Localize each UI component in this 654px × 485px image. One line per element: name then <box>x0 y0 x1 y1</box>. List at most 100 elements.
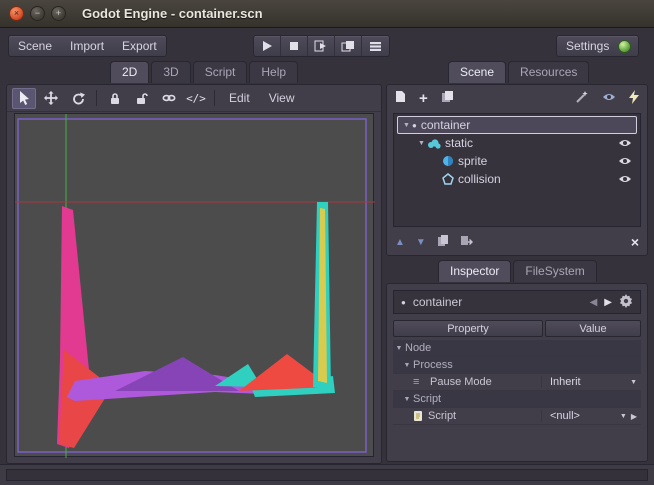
tab-resources[interactable]: Resources <box>508 61 590 83</box>
category-label: Script <box>413 393 442 405</box>
inspector-columns: Property Value <box>393 320 641 337</box>
property-label: Pause Mode <box>430 376 492 388</box>
main-menu-strip: Scene Import Export <box>8 35 167 57</box>
viewport-panel: </> Edit View <box>6 84 382 464</box>
canvas-toolbar: </> Edit View <box>7 85 381 112</box>
property-label: Script <box>428 410 457 422</box>
plus-icon: + <box>419 89 428 107</box>
dropdown-arrow-icon[interactable]: ▼ <box>620 413 627 420</box>
update-spinner-icon <box>618 39 632 53</box>
workspace-tabs: 2D 3D Script Help <box>110 60 299 83</box>
node-label: container <box>420 118 471 132</box>
expander-icon: ▼ <box>403 395 411 403</box>
scene-dock-toolbar: + <box>387 85 647 111</box>
inspector-category-node[interactable]: ▼ Node <box>393 340 641 357</box>
menu-export[interactable]: Export <box>113 37 166 55</box>
move-up-button[interactable]: ▲ <box>395 237 405 248</box>
dropdown-arrow-icon[interactable]: ▼ <box>630 379 637 386</box>
settings-button[interactable]: Settings <box>556 35 640 57</box>
minimize-icon: − <box>34 8 41 18</box>
play-custom-scene-button[interactable] <box>335 36 362 56</box>
view-menu[interactable]: View <box>261 89 303 107</box>
select-tool-button[interactable] <box>12 87 36 109</box>
property-cell: ≡ Pause Mode <box>393 376 541 388</box>
scene-dock: + ▼ ● container ▼ static sprite collisio… <box>386 84 648 256</box>
tab-scene[interactable]: Scene <box>448 61 507 83</box>
expander-icon[interactable]: ▼ <box>401 122 412 129</box>
visibility-toggle[interactable] <box>618 138 632 148</box>
tree-row-container[interactable]: ▼ ● container <box>397 116 637 134</box>
inspector-row-script: Script <null> ▼ ▶ <box>393 408 641 425</box>
godot-window: { "window": { "title": "Godot Engine - c… <box>0 0 654 485</box>
stop-icon <box>290 42 298 50</box>
property-column-header: Property <box>393 320 543 337</box>
history-forward-button[interactable]: ▶ <box>604 297 612 308</box>
lock-icon <box>111 92 119 104</box>
tab-3d[interactable]: 3D <box>151 61 191 83</box>
new-node-button[interactable] <box>395 90 406 106</box>
playback-toolbar <box>253 35 390 57</box>
screens-button[interactable] <box>362 36 389 56</box>
window-close-button[interactable]: × <box>9 6 24 21</box>
inspector-panel: ● container ◀ ▶ Property Value ▼ Node ▼ … <box>386 283 648 462</box>
window-minimize-button[interactable]: − <box>30 6 45 21</box>
output-panel <box>0 464 654 485</box>
canvas-drawing <box>15 114 375 458</box>
connections-button[interactable] <box>629 89 639 107</box>
tab-2d[interactable]: 2D <box>110 61 150 83</box>
inspector-category-process[interactable]: ▼ Process <box>393 357 641 374</box>
expander-icon[interactable]: ▼ <box>416 140 427 147</box>
tree-row-collision[interactable]: collision <box>397 170 637 188</box>
stop-button[interactable] <box>281 36 308 56</box>
tab-filesystem[interactable]: FileSystem <box>513 260 597 282</box>
tree-row-static[interactable]: ▼ static <box>397 134 637 152</box>
move-down-button[interactable]: ▼ <box>416 237 426 248</box>
object-menu-button[interactable] <box>619 293 633 311</box>
reparent-node-button[interactable] <box>460 234 473 250</box>
script-icon <box>414 411 422 421</box>
rotate-tool-button[interactable] <box>66 88 90 109</box>
visibility-toggle[interactable] <box>618 156 632 166</box>
lightning-icon <box>629 89 639 104</box>
code-icon: </> <box>186 91 206 105</box>
edit-menu[interactable]: Edit <box>221 89 258 107</box>
lock-object-button[interactable] <box>103 88 127 109</box>
play-scene-button[interactable] <box>308 36 335 56</box>
tree-row-sprite[interactable]: sprite <box>397 152 637 170</box>
group-button[interactable] <box>157 88 181 109</box>
new-page-icon <box>396 91 405 102</box>
window-maximize-button[interactable]: + <box>51 6 66 21</box>
delete-node-button[interactable]: × <box>631 234 639 250</box>
move-tool-button[interactable] <box>39 88 63 109</box>
remote-view-button[interactable] <box>602 91 616 105</box>
tab-help[interactable]: Help <box>249 61 299 83</box>
eye-icon <box>619 176 631 182</box>
tab-script[interactable]: Script <box>192 61 248 83</box>
toolbar-separator <box>96 90 97 106</box>
inspector-category-script[interactable]: ▼ Script <box>393 391 641 408</box>
scene-dock-tabs: Scene Resources <box>448 60 590 83</box>
edit-code-button[interactable]: </> <box>184 88 208 109</box>
play-custom-icon <box>341 41 354 52</box>
value-column-header: Value <box>545 320 641 337</box>
add-node-button[interactable]: + <box>419 91 428 106</box>
menu-import[interactable]: Import <box>61 37 113 55</box>
unlock-object-button[interactable] <box>130 88 154 109</box>
menu-scene[interactable]: Scene <box>9 37 61 55</box>
visibility-toggle[interactable] <box>618 174 632 184</box>
value-cell[interactable]: <null> ▼ ▶ <box>541 410 641 422</box>
instance-scene-button[interactable] <box>441 90 454 106</box>
sprite-icon <box>443 156 453 166</box>
edit-script-arrow-icon[interactable]: ▶ <box>631 412 637 421</box>
play-scene-icon <box>314 40 326 52</box>
value-cell[interactable]: Inherit ▼ <box>541 376 641 388</box>
duplicate-node-button[interactable] <box>437 234 449 250</box>
toolbar-separator <box>214 90 215 106</box>
maximize-icon: + <box>55 8 62 18</box>
tool-menu-button[interactable] <box>575 90 589 107</box>
history-back-button[interactable]: ◀ <box>590 297 598 308</box>
tab-inspector[interactable]: Inspector <box>438 260 512 282</box>
output-bar[interactable] <box>6 469 648 481</box>
canvas-2d[interactable] <box>14 113 375 458</box>
play-button[interactable] <box>254 36 281 56</box>
